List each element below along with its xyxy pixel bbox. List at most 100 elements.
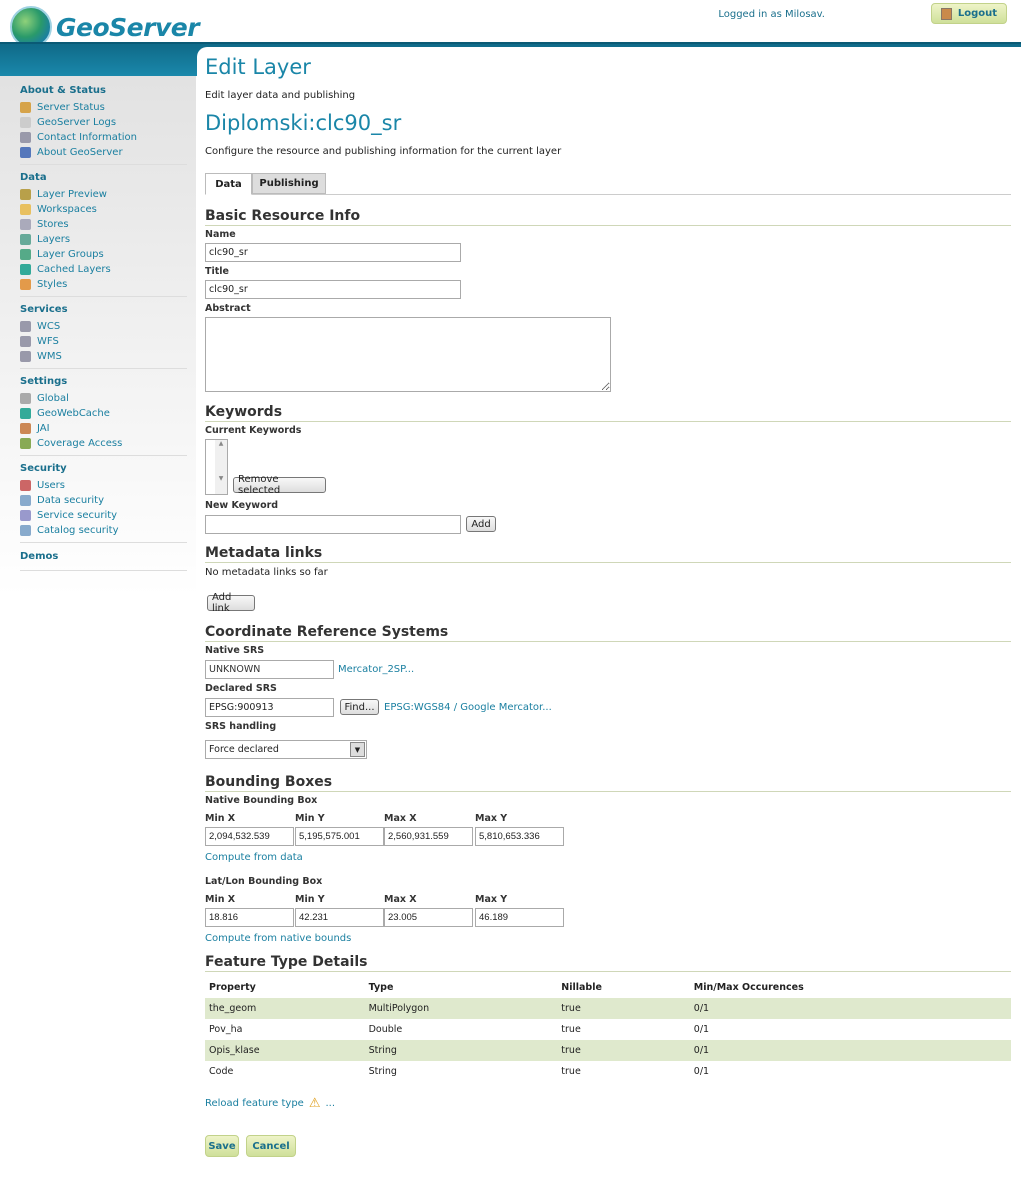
sidebar-item-stores[interactable]: Stores [20, 217, 187, 232]
feature-type-heading: Feature Type Details [205, 954, 1011, 972]
sidebar-item-cached-layers[interactable]: Cached Layers [20, 262, 187, 277]
brand-name: GeoServer [56, 12, 200, 42]
sidebar-item-wcs[interactable]: WCS [20, 319, 187, 334]
sidebar-item-users[interactable]: Users [20, 478, 187, 493]
tab-data[interactable]: Data [205, 173, 252, 195]
native-srs-link[interactable]: Mercator_2SP... [338, 664, 414, 675]
sidebar-section-title: Demos [20, 551, 59, 562]
sidebar-item-layer-preview[interactable]: Layer Preview [20, 187, 187, 202]
sidebar-section-title: Services [20, 304, 68, 315]
latlon-min-y-input[interactable]: 42.231 [295, 908, 384, 927]
native-min-x-input[interactable]: 2,094,532.539 [205, 827, 294, 846]
native-max-x-input[interactable]: 2,560,931.559 [384, 827, 473, 846]
main-content: Edit Layer Edit layer data and publishin… [197, 47, 1021, 1182]
page-title: Edit Layer [205, 55, 311, 79]
sidebar-item-about-geoserver[interactable]: About GeoServer [20, 145, 187, 160]
latlon-max-x-input[interactable]: 23.005 [384, 908, 473, 927]
compute-from-data-link[interactable]: Compute from data [205, 852, 303, 863]
declared-srs-input[interactable] [205, 698, 334, 717]
latlon-min-x-input[interactable]: 18.816 [205, 908, 294, 927]
sidebar-item-styles[interactable]: Styles [20, 277, 187, 292]
divider [20, 368, 187, 369]
sidebar-item-layer-groups[interactable]: Layer Groups [20, 247, 187, 262]
scrollbar[interactable]: ▲ ▼ [215, 440, 227, 494]
sidebar-item-global[interactable]: Global [20, 391, 187, 406]
table-cell: Pov_ha [209, 1024, 243, 1035]
table-cell: true [561, 1003, 581, 1014]
sidebar-item-coverage-access[interactable]: Coverage Access [20, 436, 187, 451]
reload-more-link[interactable]: ... [325, 1098, 335, 1109]
sidebar-item-wfs[interactable]: WFS [20, 334, 187, 349]
contact-icon [20, 132, 31, 143]
sidebar-item-layers[interactable]: Layers [20, 232, 187, 247]
header: GeoServer Logged in as Milosav. Logout [0, 0, 1021, 48]
sidebar-item-geowebcache[interactable]: GeoWebCache [20, 406, 187, 421]
add-keyword-button[interactable]: Add [466, 516, 496, 532]
sidebar-item-wms[interactable]: WMS [20, 349, 187, 364]
find-srs-button[interactable]: Find... [340, 699, 379, 715]
keywords-listbox[interactable]: ▲ ▼ [205, 439, 228, 495]
compute-from-native-link[interactable]: Compute from native bounds [205, 933, 351, 944]
tab-bar: Data Publishing [205, 173, 1011, 195]
native-min-y-input[interactable]: 5,195,575.001 [295, 827, 384, 846]
title-input[interactable] [205, 280, 461, 299]
table-row: Pov_ha Double true 0/1 [205, 1019, 1011, 1040]
sidebar-item-workspaces[interactable]: Workspaces [20, 202, 187, 217]
native-max-y-input[interactable]: 5,810,653.336 [475, 827, 564, 846]
sidebar-item-label: WFS [37, 336, 59, 347]
abstract-textarea[interactable] [205, 317, 611, 392]
divider [20, 542, 187, 543]
table-cell: true [561, 1024, 581, 1035]
sidebar-item-service-security[interactable]: Service security [20, 508, 187, 523]
sidebar-item-data-security[interactable]: Data security [20, 493, 187, 508]
sidebar-item-catalog-security[interactable]: Catalog security [20, 523, 187, 538]
add-link-button[interactable]: Add link [207, 592, 255, 614]
sidebar-item-label: Global [37, 393, 69, 404]
sidebar-item-label: Cached Layers [37, 264, 111, 275]
srs-handling-label: SRS handling [205, 721, 277, 732]
table-row: Code String true 0/1 [205, 1061, 1011, 1082]
layers-icon [20, 234, 31, 245]
column-header: Min/Max Occurences [693, 982, 804, 993]
table-cell: Double [368, 1024, 403, 1035]
chevron-down-icon: ▼ [350, 742, 365, 757]
page-subtitle: Edit layer data and publishing [205, 90, 356, 101]
new-keyword-input[interactable] [205, 515, 461, 534]
sidebar-item-label: Server Status [37, 102, 105, 113]
sidebar-item-contact-information[interactable]: Contact Information [20, 130, 187, 145]
save-button[interactable]: Save [205, 1135, 239, 1157]
sidebar-section-title: Settings [20, 376, 68, 387]
door-icon [940, 7, 952, 20]
latlon-max-x-label: Max X [384, 894, 417, 905]
sidebar-item-label: JAI [37, 423, 50, 434]
sidebar-section-demos: Demos [20, 551, 187, 571]
sidebar-item-server-status[interactable]: Server Status [20, 100, 187, 115]
latlon-max-y-label: Max Y [475, 894, 508, 905]
remove-selected-button[interactable]: Remove selected [233, 474, 326, 496]
basic-info-heading: Basic Resource Info [205, 208, 1011, 226]
folder-icon [20, 204, 31, 215]
sidebar-item-jai[interactable]: JAI [20, 421, 187, 436]
reload-feature-type-link[interactable]: Reload feature type [205, 1098, 304, 1109]
name-input[interactable] [205, 243, 461, 262]
table-cell: 0/1 [693, 1003, 710, 1014]
table-cell: true [561, 1045, 581, 1056]
sidebar-item-label: WMS [37, 351, 62, 362]
native-srs-input[interactable] [205, 660, 334, 679]
globe-icon [20, 264, 31, 275]
new-keyword-label: New Keyword [205, 500, 279, 511]
sidebar-section-about-status: About & Status Server Status GeoServer Log… [20, 85, 187, 165]
declared-srs-link[interactable]: EPSG:WGS84 / Google Mercator... [384, 702, 552, 713]
table-cell: 0/1 [693, 1066, 710, 1077]
reload-row: Reload feature type ⚠ ... [205, 1096, 335, 1111]
data-security-icon [20, 495, 31, 506]
tab-publishing[interactable]: Publishing [252, 173, 326, 194]
layer-preview-icon [20, 189, 31, 200]
sidebar-item-geoserver-logs[interactable]: GeoServer Logs [20, 115, 187, 130]
srs-handling-select[interactable]: Force declared ▼ [205, 740, 367, 759]
latlon-max-y-input[interactable]: 46.189 [475, 908, 564, 927]
cancel-button[interactable]: Cancel [246, 1135, 296, 1157]
logout-button[interactable]: Logout [931, 3, 1007, 24]
sidebar: About & Status Server Status GeoServer Log… [0, 76, 196, 1182]
feature-type-table: Property Type Nillable Min/Max Occurences t… [205, 977, 1011, 1082]
